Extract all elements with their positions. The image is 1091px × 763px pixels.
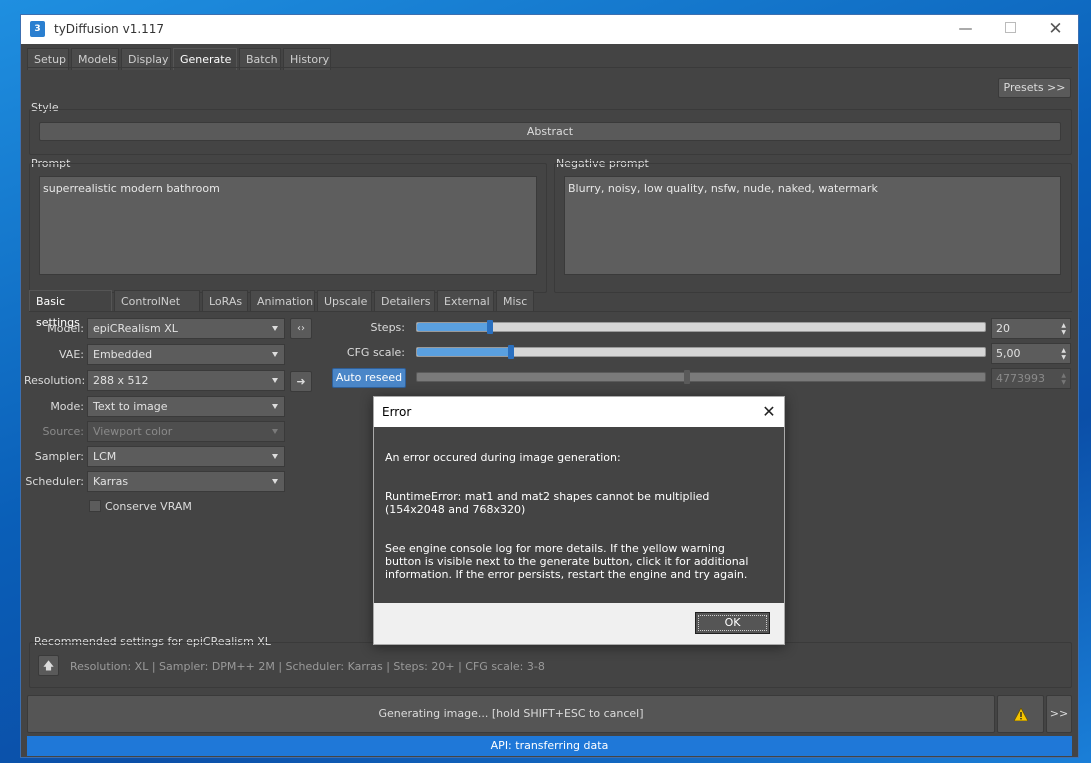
source-value: Viewport color	[93, 425, 173, 438]
refresh-icon: ‹›	[297, 323, 305, 334]
seed-spinbox: 4773993 ▲ ▼	[991, 368, 1071, 389]
vae-dropdown[interactable]: Embedded	[87, 344, 285, 365]
warning-button[interactable]	[997, 695, 1044, 733]
cfg-slider[interactable]	[416, 345, 986, 359]
status-bar: API: transferring data	[27, 736, 1072, 756]
model-dropdown[interactable]: epiCRealism XL	[87, 318, 285, 339]
apply-recommended-button[interactable]: 🡅	[38, 655, 59, 676]
sampler-dropdown[interactable]: LCM	[87, 446, 285, 467]
presets-button[interactable]: Presets >>	[998, 78, 1071, 98]
dialog-title-bar: Error ✕	[374, 397, 784, 427]
chevron-down-icon	[272, 454, 278, 459]
steps-slider-handle[interactable]	[486, 320, 493, 334]
chevron-down-icon	[272, 429, 278, 434]
tab-detailers[interactable]: Detailers	[374, 290, 435, 312]
model-value: epiCRealism XL	[93, 322, 178, 335]
ok-button[interactable]: OK	[695, 612, 770, 634]
generate-button[interactable]: Generating image... [hold SHIFT+ESC to c…	[27, 695, 995, 733]
steps-label: Steps:	[370, 321, 405, 334]
window-title: tyDiffusion v1.117	[54, 22, 165, 36]
arrow-up-icon: 🡅	[42, 659, 55, 672]
close-button[interactable]: ✕	[1033, 15, 1078, 44]
error-dialog: Error ✕ An error occured during image ge…	[373, 396, 785, 645]
dialog-close-button[interactable]: ✕	[758, 401, 780, 423]
spin-down-icon: ▼	[1061, 354, 1066, 361]
resolution-value: 288 x 512	[93, 374, 149, 387]
conserve-vram-checkbox[interactable]	[89, 500, 101, 512]
title-bar: 3 tyDiffusion v1.117 — ✕	[21, 15, 1078, 44]
maximize-icon	[1005, 22, 1016, 33]
chevron-down-icon	[272, 479, 278, 484]
cfg-spinbox[interactable]: 5,00 ▲ ▼	[991, 343, 1071, 364]
steps-slider[interactable]	[416, 320, 986, 334]
dialog-footer: OK	[374, 603, 784, 644]
error-message-help: See engine console log for more details.…	[385, 542, 749, 581]
scheduler-dropdown[interactable]: Karras	[87, 471, 285, 492]
auto-reseed-button[interactable]: Auto reseed	[332, 368, 406, 388]
seed-slider	[416, 370, 986, 384]
chevron-down-icon	[272, 404, 278, 409]
vae-label: VAE:	[58, 348, 84, 361]
tab-misc[interactable]: Misc	[496, 290, 534, 312]
sampler-value: LCM	[93, 450, 117, 463]
settings-tab-divider	[29, 311, 1072, 312]
recommended-text: Resolution: XL | Sampler: DPM++ 2M | Sch…	[70, 660, 545, 673]
chevron-down-icon	[272, 326, 278, 331]
app-window: 3 tyDiffusion v1.117 — ✕ Setup Models Di…	[20, 14, 1079, 758]
steps-slider-fill	[417, 323, 490, 331]
tab-animation[interactable]: Animation	[250, 290, 315, 312]
vae-value: Embedded	[93, 348, 153, 361]
minimize-icon: —	[958, 21, 973, 37]
warning-icon	[1014, 708, 1028, 721]
chevron-down-icon	[272, 352, 278, 357]
mode-dropdown[interactable]: Text to image	[87, 396, 285, 417]
scheduler-label: Scheduler:	[25, 475, 84, 488]
steps-value: 20	[996, 322, 1010, 335]
chevron-down-icon	[272, 378, 278, 383]
scheduler-value: Karras	[93, 475, 129, 488]
apply-resolution-button[interactable]: ➜	[290, 371, 312, 392]
tab-basic-settings[interactable]: Basic settings	[29, 290, 112, 329]
negative-prompt-input[interactable]: Blurry, noisy, low quality, nsfw, nude, …	[564, 176, 1061, 275]
seed-value: 4773993	[996, 372, 1045, 385]
app-icon: 3	[30, 21, 45, 37]
cfg-slider-fill	[417, 348, 511, 356]
cfg-value: 5,00	[996, 347, 1021, 360]
mode-label: Mode:	[50, 400, 84, 413]
steps-spinbox[interactable]: 20 ▲ ▼	[991, 318, 1071, 339]
refresh-models-button[interactable]: ‹›	[290, 318, 312, 339]
cfg-slider-handle[interactable]	[507, 345, 514, 359]
source-label: Source:	[42, 425, 85, 438]
dialog-title: Error	[382, 405, 412, 419]
more-button[interactable]: >>	[1046, 695, 1072, 733]
tab-controlnet[interactable]: ControlNet [1]	[114, 290, 200, 329]
error-message-intro: An error occured during image generation…	[385, 451, 621, 464]
cfg-label: CFG scale:	[346, 346, 405, 359]
minimize-button[interactable]: —	[943, 15, 988, 44]
style-selector[interactable]: Abstract	[39, 122, 1061, 141]
prompt-input[interactable]: superrealistic modern bathroom	[39, 176, 537, 275]
settings-tab-bar: Basic settings ControlNet [1] LoRAs Anim…	[29, 290, 549, 329]
spin-down-icon: ▼	[1061, 379, 1066, 386]
source-dropdown: Viewport color	[87, 421, 285, 442]
tab-divider	[27, 67, 1072, 68]
close-icon: ✕	[762, 402, 776, 421]
error-message-detail: RuntimeError: mat1 and mat2 shapes canno…	[385, 490, 710, 516]
tab-upscale[interactable]: Upscale	[317, 290, 372, 312]
tab-external[interactable]: External	[437, 290, 494, 312]
mode-value: Text to image	[93, 400, 168, 413]
maximize-button[interactable]	[988, 15, 1033, 44]
conserve-vram-label: Conserve VRAM	[105, 500, 192, 513]
arrow-right-icon: ➜	[296, 375, 306, 388]
tab-loras[interactable]: LoRAs	[202, 290, 248, 312]
model-label: Model:	[47, 322, 84, 335]
seed-slider-handle	[683, 370, 690, 384]
dialog-body: An error occured during image generation…	[374, 427, 784, 603]
sampler-label: Sampler:	[34, 450, 84, 463]
spin-down-icon: ▼	[1061, 329, 1066, 336]
resolution-dropdown[interactable]: 288 x 512	[87, 370, 285, 391]
resolution-label: Resolution:	[24, 374, 86, 387]
seed-slider-fill	[417, 373, 687, 381]
close-icon: ✕	[1048, 19, 1063, 39]
